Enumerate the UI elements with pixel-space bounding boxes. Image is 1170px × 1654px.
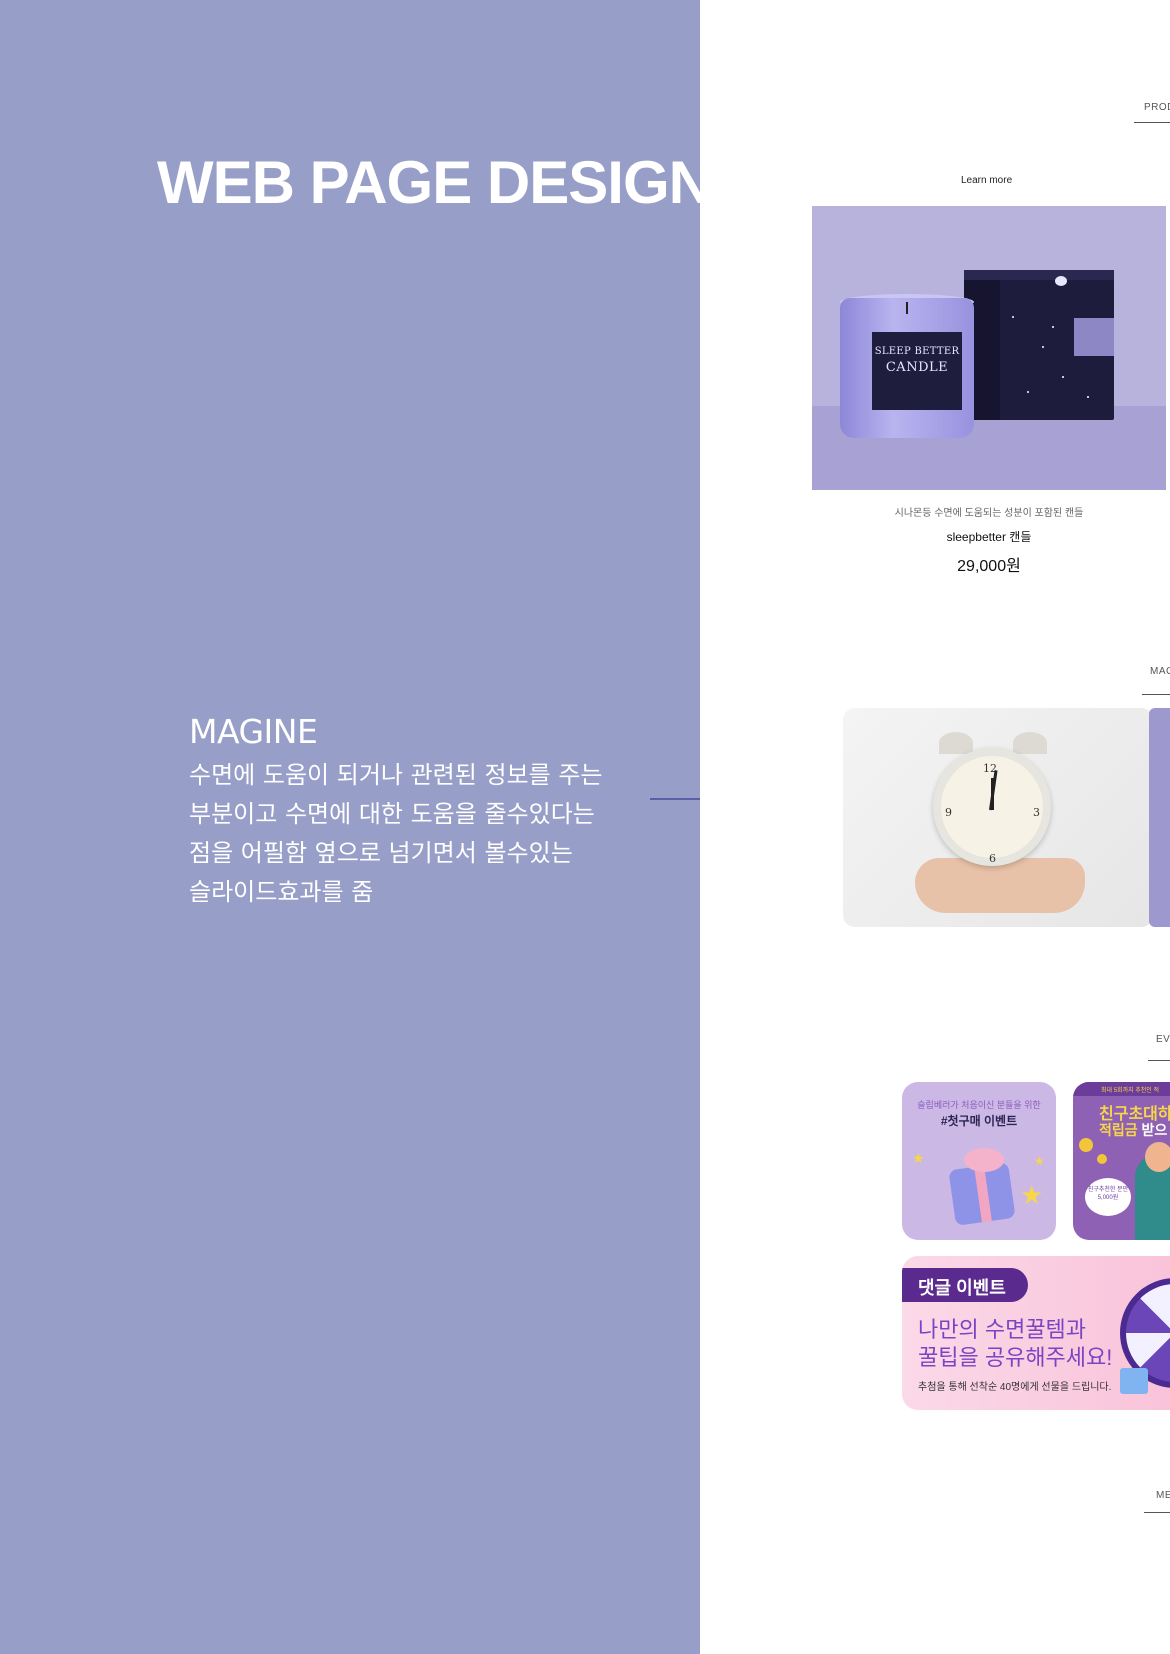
- section-rule: [1148, 1060, 1170, 1061]
- annotation-line: 점을 어필함 옆으로 넘기면서 볼수있는: [189, 839, 573, 867]
- event-card-title-2a: 적립금: [1099, 1122, 1138, 1138]
- star-dot: [1042, 346, 1044, 348]
- moon-icon: [1055, 276, 1067, 286]
- section-label-member: ME: [1156, 1490, 1170, 1501]
- product-price: 29,000원: [957, 558, 1021, 575]
- person-head: [1145, 1142, 1170, 1172]
- product-description: 시나몬등 수면에 도움되는 성분이 포함된 캔들: [894, 508, 1084, 519]
- left-panel: WEB PAGE DESIGN MAGINE 수면에 도움이 되거나 관련된 정…: [0, 0, 712, 1654]
- annotation-line: 수면에 도움이 되거나 관련된 정보를 주는: [189, 761, 603, 789]
- event-banner-comment[interactable]: 댓글 이벤트 나만의 수면꿀템과 꿀팁을 공유해주세요! 추첨을 통해 선착순 …: [902, 1256, 1170, 1410]
- speech-bubble: 친구추천한 분만 5,000원: [1085, 1178, 1131, 1216]
- magazine-next-slide[interactable]: [1149, 708, 1170, 927]
- candle-wick: [906, 302, 908, 314]
- annotation-body: 수면에 도움이 되거나 관련된 정보를 주는 부분이고 수면에 대한 도움을 줄…: [189, 756, 649, 912]
- star-dot: [1062, 376, 1064, 378]
- star-icon: ★: [1020, 1180, 1044, 1210]
- clock-numeral: 9: [945, 806, 952, 819]
- candle-label: SLEEP BETTER CANDLE: [872, 332, 962, 410]
- page-title: WEB PAGE DESIGN: [157, 149, 712, 216]
- star-dot: [1052, 326, 1054, 328]
- product-image[interactable]: SLEEP BETTER CANDLE: [812, 206, 1166, 490]
- section-rule: [1134, 122, 1170, 123]
- star-icon: ★: [912, 1150, 925, 1166]
- section-label-event: EVE: [1156, 1034, 1170, 1045]
- event-card-first-purchase[interactable]: 슬립베러가 처음이신 분들을 위한 #첫구매 이벤트 ★ ★ ★: [902, 1082, 1056, 1240]
- learn-more-link[interactable]: Learn more: [961, 175, 1012, 186]
- candle-label-line-1: SLEEP BETTER: [874, 346, 960, 357]
- clock-numeral: 6: [989, 852, 996, 865]
- coin-icon: [1097, 1154, 1107, 1164]
- candle-box-tag: [1074, 318, 1114, 356]
- star-dot: [1027, 391, 1029, 393]
- section-label-magazine: MAG: [1150, 666, 1170, 677]
- event-card-subtitle: 슬립베러가 처음이신 분들을 위한: [917, 1100, 1041, 1110]
- section-rule: [1144, 1512, 1170, 1513]
- event-card-invite-friend[interactable]: 최대 5회까지 추천인 적 친구초대하 적립금 받으 친구추천한 분만 5,00…: [1073, 1082, 1170, 1240]
- star-icon: ★: [1034, 1154, 1045, 1168]
- event-card-title-2b: 받으: [1137, 1122, 1168, 1138]
- hand: [915, 858, 1085, 913]
- annotation-title: MAGINE: [189, 712, 318, 751]
- event-banner-note: 추첨을 통해 선착순 40명에게 선물을 드립니다.: [918, 1382, 1112, 1393]
- clock-bell-left: [939, 732, 973, 754]
- clock-bell-right: [1013, 732, 1047, 754]
- event-card-title-2: 적립금 받으: [1099, 1120, 1167, 1140]
- coin-icon: [1079, 1138, 1093, 1152]
- star-dot: [1012, 316, 1014, 318]
- event-card-title: #첫구매 이벤트: [940, 1114, 1018, 1128]
- annotation-line: 슬라이드효과를 줌: [189, 878, 374, 906]
- web-page-preview: PROD Learn more SLEEP BETTER CANDLE 시나몬등…: [700, 0, 1170, 1654]
- gift-bow: [964, 1148, 1004, 1172]
- annotation-line: 부분이고 수면에 대한 도움을 줄수있다는: [189, 800, 595, 828]
- star-dot: [1087, 396, 1089, 398]
- product-name[interactable]: sleepbetter 캔들: [812, 528, 1166, 545]
- section-label-product: PROD: [1144, 102, 1170, 113]
- candle-label-line-2: CANDLE: [885, 360, 949, 375]
- clock-numeral: 3: [1033, 806, 1040, 819]
- magazine-slide[interactable]: 12 3 6 9: [843, 708, 1153, 927]
- section-rule: [1142, 694, 1170, 695]
- event-banner-line-2: 꿀팁을 공유해주세요!: [918, 1345, 1113, 1370]
- event-card-top-strip: 최대 5회까지 추천인 적: [1073, 1082, 1170, 1096]
- event-banner-pill: 댓글 이벤트: [902, 1268, 1028, 1302]
- gift-icon: [1120, 1368, 1148, 1394]
